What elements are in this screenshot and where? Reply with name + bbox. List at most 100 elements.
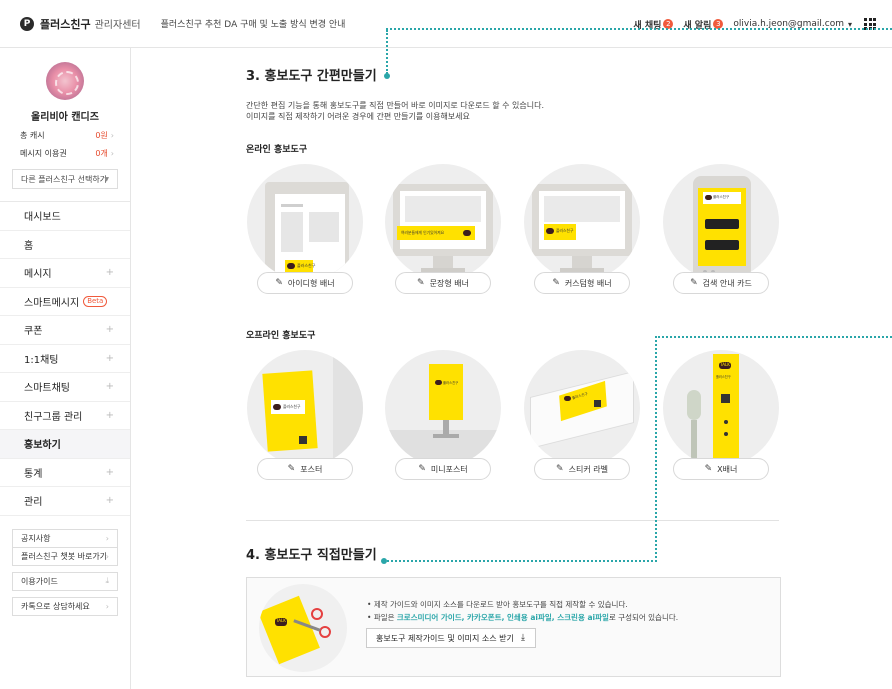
tool-label: 포스터: [300, 464, 323, 474]
online-tools-title: 온라인 홍보도구: [246, 145, 308, 155]
offline-tools-title: 오프라인 홍보도구: [246, 331, 316, 341]
sidebar-item-promote[interactable]: 홍보하기: [0, 430, 130, 459]
tool-custom-banner[interactable]: 플러스친구 ✎ 커스텀형 배너: [524, 164, 640, 294]
x-banner-button[interactable]: ✎ X배너: [673, 458, 769, 480]
section3-title: 3. 홍보도구 간편만들기: [246, 69, 377, 84]
guide-line-1: • 제작 가이드와 이미지 소스를 다운로드 받아 홍보도구를 직접 제작할 수…: [367, 600, 628, 609]
chevron-down-icon: ▼: [104, 175, 109, 183]
main-content: 3. 홍보도구 간편만들기 간단한 편집 기능을 통해 홍보도구를 직접 만들어…: [131, 28, 892, 689]
sidebar-item-dashboard[interactable]: 대시보드: [0, 202, 130, 231]
notice-link[interactable]: 플러스친구 추천 DA 구매 및 노출 방식 변경 안내: [161, 17, 346, 30]
tool-poster[interactable]: 플러스친구 ✎ 포스터: [247, 350, 363, 480]
stat-label: 메시지 이용권: [20, 149, 67, 158]
art-text: 플러스친구: [716, 375, 731, 379]
sidebar-item-label: 스마트채팅: [24, 383, 70, 395]
sidebar-links: 공지사항 › 플러스친구 챗봇 바로가기 › 이용가이드 ⤓ 카톡으로 상담하세요 ›: [12, 528, 118, 616]
sidebar-item-label: 쿠폰: [24, 326, 43, 338]
tool-label: 문장형 배너: [429, 278, 469, 288]
sidebar-item-stats[interactable]: 통계 +: [0, 459, 130, 487]
guide-text: • 제작 가이드와 이미지 소스를 다운로드 받아 홍보도구를 직접 제작할 수…: [367, 598, 678, 624]
download-icon: ⤓: [521, 633, 525, 643]
art-text: 플러스친구: [283, 404, 301, 409]
sticker-label-button[interactable]: ✎ 스티커 라벨: [534, 458, 630, 480]
guide-line-1-text: 제작 가이드와 이미지 소스를 다운로드 받아 홍보도구를 직접 제작할 수 있…: [373, 600, 628, 609]
friend-select-dropdown[interactable]: 다른 플러스친구 선택하기 ▼: [12, 169, 118, 189]
search-card-button[interactable]: ✎ 검색 안내 카드: [673, 272, 769, 294]
sidebar-item-label: 관리: [24, 497, 43, 509]
poster-illustration: 플러스친구: [247, 350, 363, 466]
stat-value: 0원: [95, 131, 108, 140]
stat-message-ticket[interactable]: 메시지 이용권 0개 ›: [0, 148, 130, 159]
pencil-icon: ✎: [690, 278, 698, 288]
annotation-line: [383, 560, 657, 562]
sidebar-item-manage[interactable]: 관리 +: [0, 487, 130, 516]
plus-icon: +: [105, 495, 114, 507]
stat-cash[interactable]: 총 캐시 0원 ›: [0, 130, 130, 141]
tool-mini-poster[interactable]: 플러스친구 ✎ 미니포스터: [385, 350, 501, 480]
pencil-icon: ✎: [552, 278, 560, 288]
tool-label: 스티커 라벨: [568, 464, 608, 474]
notice-link[interactable]: 공지사항 ›: [12, 528, 118, 548]
id-banner-button[interactable]: ✎ 아이디형 배너: [257, 272, 353, 294]
custom-banner-illustration: 플러스친구: [524, 164, 640, 280]
sidebar-item-chat[interactable]: 1:1채팅 +: [0, 345, 130, 373]
id-banner-illustration: 플러스친구: [247, 164, 363, 280]
mini-poster-illustration: 플러스친구: [385, 350, 501, 466]
talk-badge: TALK: [719, 362, 731, 369]
kakao-consult-link[interactable]: 카톡으로 상담하세요 ›: [12, 596, 118, 616]
sidebar-item-message[interactable]: 메시지 +: [0, 259, 130, 288]
sidebar-item-smart-message[interactable]: 스마트메시지 Beta: [0, 288, 130, 316]
pencil-icon: ✎: [418, 464, 426, 474]
poster-button[interactable]: ✎ 포스터: [257, 458, 353, 480]
sidebar: 올리비아 캔디즈 총 캐시 0원 › 메시지 이용권 0개 › 다른 플러스친구 선…: [0, 48, 131, 689]
sentence-banner-button[interactable]: ✎ 문장형 배너: [395, 272, 491, 294]
link-label: 플러스친구 챗봇 바로가기: [21, 551, 108, 561]
top-right-menu: 새 채팅 2 새 알림 3 olivia.h.jeon@gmail.com ▾: [623, 0, 876, 48]
chevron-right-icon: ›: [110, 149, 114, 158]
annotation-line: [386, 30, 388, 74]
guide-button-label: 홍보도구 제작가이드 및 이미지 소스 받기: [376, 633, 514, 643]
sidebar-item-coupon[interactable]: 쿠폰 +: [0, 316, 130, 345]
guide-download-button[interactable]: 홍보도구 제작가이드 및 이미지 소스 받기 ⤓: [366, 628, 536, 648]
x-banner-illustration: TALK 플러스친구: [663, 350, 779, 466]
annotation-line: [655, 336, 892, 338]
sidebar-item-home[interactable]: 홈: [0, 231, 130, 259]
chatbot-link[interactable]: 플러스친구 챗봇 바로가기 ›: [12, 546, 118, 566]
tool-x-banner[interactable]: TALK 플러스친구 ✎ X배너: [663, 350, 779, 480]
art-text: 플러스친구: [556, 228, 574, 233]
tool-label: 아이디형 배너: [287, 278, 335, 288]
art-text: 플러스친구: [713, 195, 730, 199]
pencil-icon: ✎: [556, 464, 564, 474]
mini-poster-button[interactable]: ✎ 미니포스터: [395, 458, 491, 480]
sidebar-item-smart-chat[interactable]: 스마트채팅 +: [0, 373, 130, 402]
pencil-icon: ✎: [417, 278, 425, 288]
sidebar-item-label: 홍보하기: [24, 440, 61, 452]
sidebar-item-friend-group[interactable]: 친구그룹 관리 +: [0, 402, 130, 430]
tool-sticker-label[interactable]: 플러스친구 ✎ 스티커 라벨: [524, 350, 640, 480]
guide-line-2-pre: 파일은: [373, 613, 397, 622]
user-guide-link[interactable]: 이용가이드 ⤓: [12, 571, 118, 591]
avatar[interactable]: [46, 62, 84, 100]
tool-sentence-banner[interactable]: 여러분들에게 인기있어져요 ✎ 문장형 배너: [385, 164, 501, 294]
desc-line: 간단한 편집 기능을 통해 홍보도구를 직접 만들어 바로 이미지로 다운로드 …: [246, 101, 545, 110]
tool-id-banner[interactable]: 플러스친구 ✎ 아이디형 배너: [247, 164, 363, 294]
plus-icon: +: [105, 409, 114, 421]
sidebar-item-label: 메시지: [24, 269, 52, 281]
guide-illustration: TALK: [259, 584, 347, 672]
annotation-dot: [381, 558, 387, 564]
logo[interactable]: P 플러스친구 관리자센터: [20, 16, 141, 32]
link-label: 카톡으로 상담하세요: [21, 601, 90, 611]
stat-value: 0개: [95, 149, 108, 158]
chevron-right-icon: ›: [105, 601, 109, 611]
guide-line-2: • 파일은 크로스미디어 가이드, 카카오폰트, 인쇄용 ai파일, 스크린용 …: [367, 613, 679, 622]
tool-search-card[interactable]: 플러스친구 ✎ 검색 안내 카드: [663, 164, 779, 294]
logo-title: 플러스친구: [40, 17, 91, 31]
tool-label: 커스텀형 배너: [564, 278, 612, 288]
plus-icon: +: [105, 324, 114, 336]
stat-label: 총 캐시: [20, 131, 45, 140]
annotation-line: [386, 28, 892, 30]
section4-title: 4. 홍보도구 직접만들기: [246, 548, 377, 563]
sidebar-item-label: 통계: [24, 468, 43, 480]
sidebar-item-label: 1:1채팅: [24, 354, 59, 366]
custom-banner-button[interactable]: ✎ 커스텀형 배너: [534, 272, 630, 294]
